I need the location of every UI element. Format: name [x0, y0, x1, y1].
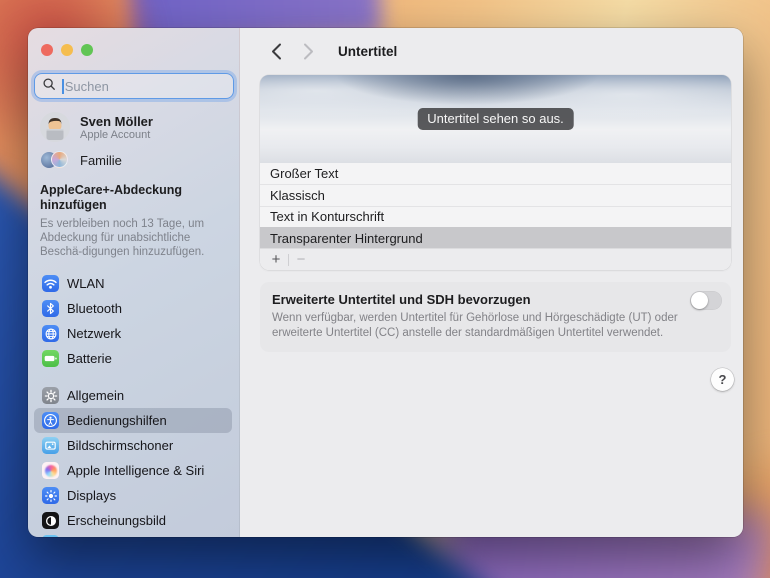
family-row[interactable]: Familie: [40, 150, 122, 170]
window-controls: [41, 44, 93, 56]
minimize-button[interactable]: [61, 44, 73, 56]
sdh-description: Wenn verfügbar, werden Untertitel für Ge…: [272, 312, 678, 339]
sidebar-item-displays[interactable]: Displays: [34, 483, 232, 508]
forward-button[interactable]: [298, 41, 318, 61]
applecare-banner[interactable]: AppleCare+-Abdeckung hinzufügen Es verbl…: [40, 183, 223, 259]
style-row-grosser-text[interactable]: Großer Text: [260, 163, 731, 185]
bluetooth-icon: [42, 300, 59, 317]
family-avatars-icon: [40, 150, 70, 170]
style-row-konturschrift[interactable]: Text in Konturschrift: [260, 205, 731, 227]
style-list-toolbar: + −: [260, 248, 731, 271]
toggle-knob: [691, 292, 708, 310]
appearance-icon: [42, 512, 59, 529]
search-field[interactable]: [34, 73, 234, 99]
add-style-button[interactable]: +: [267, 251, 285, 269]
gear-icon: [42, 387, 59, 404]
zoom-button[interactable]: [81, 44, 93, 56]
sidebar-item-apple-intelligence-siri[interactable]: Apple Intelligence & Siri: [34, 458, 232, 483]
sidebar-group-network: WLAN Bluetooth Netzwerk Batterie: [34, 271, 232, 371]
globe-icon: [42, 325, 59, 342]
battery-icon: [42, 350, 59, 367]
sdh-setting-card: Erweiterte Untertitel und SDH bevorzugen…: [260, 282, 731, 353]
sidebar-item-allgemein[interactable]: Allgemein: [34, 383, 232, 408]
content-pane: Untertitel Untertitel sehen so aus. Groß…: [240, 28, 743, 537]
back-button[interactable]: [266, 41, 286, 61]
search-input[interactable]: [64, 78, 226, 94]
family-label: Familie: [80, 152, 122, 168]
wifi-icon: [42, 275, 59, 292]
sidebar-item-bluetooth[interactable]: Bluetooth: [34, 296, 232, 321]
sidebar-item-netzwerk[interactable]: Netzwerk: [34, 321, 232, 346]
close-button[interactable]: [41, 44, 53, 56]
sdh-title: Erweiterte Untertitel und SDH bevorzugen: [272, 292, 531, 308]
screensaver-icon: [42, 437, 59, 454]
subtitle-preview: Untertitel sehen so aus.: [260, 75, 731, 163]
sidebar-item-bildschirmschoner[interactable]: Bildschirmschoner: [34, 433, 232, 458]
sidebar-item-erscheinungsbild[interactable]: Erscheinungsbild: [34, 508, 232, 533]
remove-style-button[interactable]: −: [292, 251, 310, 269]
help-button[interactable]: ?: [711, 368, 734, 392]
sidebar-item-wlan[interactable]: WLAN: [34, 271, 232, 296]
toolbar-divider: [288, 253, 289, 266]
brightness-icon: [42, 487, 59, 504]
help-row: ?: [240, 368, 734, 392]
sidebar-item-batterie[interactable]: Batterie: [34, 346, 232, 371]
style-row-transparenter-hintergrund[interactable]: Transparenter Hintergrund: [260, 226, 731, 249]
subtitle-style-panel: Untertitel sehen so aus. Großer Text Kla…: [260, 75, 731, 271]
style-row-klassisch[interactable]: Klassisch: [260, 184, 731, 206]
applecare-title: AppleCare+-Abdeckung hinzufügen: [40, 183, 183, 212]
content-header: Untertitel: [240, 28, 743, 74]
accessibility-icon: [42, 412, 59, 429]
profile-subtitle: Apple Account: [80, 128, 151, 141]
avatar: [40, 112, 70, 142]
text-caret: [62, 78, 64, 94]
page-title: Untertitel: [338, 43, 398, 59]
siri-icon: [42, 462, 59, 479]
sidebar-group-system: Allgemein Bedienungshilfen Bildschirmsch…: [34, 383, 232, 533]
system-settings-window: Sven Möller Apple Account Familie AppleC…: [28, 28, 743, 537]
sidebar: Sven Möller Apple Account Familie AppleC…: [28, 28, 240, 537]
subtitle-caption: Untertitel sehen so aus.: [417, 108, 574, 130]
sidebar-item-bedienungshilfen[interactable]: Bedienungshilfen: [34, 408, 232, 433]
applecare-description: Es verbleiben noch 13 Tage, um Abdeckung…: [40, 218, 205, 258]
profile-row[interactable]: Sven Möller Apple Account: [40, 112, 153, 142]
sdh-toggle-switch[interactable]: [690, 291, 722, 311]
sidebar-item-partial-icon[interactable]: [42, 535, 59, 537]
search-icon: [42, 77, 56, 96]
profile-name: Sven Möller: [80, 113, 153, 129]
